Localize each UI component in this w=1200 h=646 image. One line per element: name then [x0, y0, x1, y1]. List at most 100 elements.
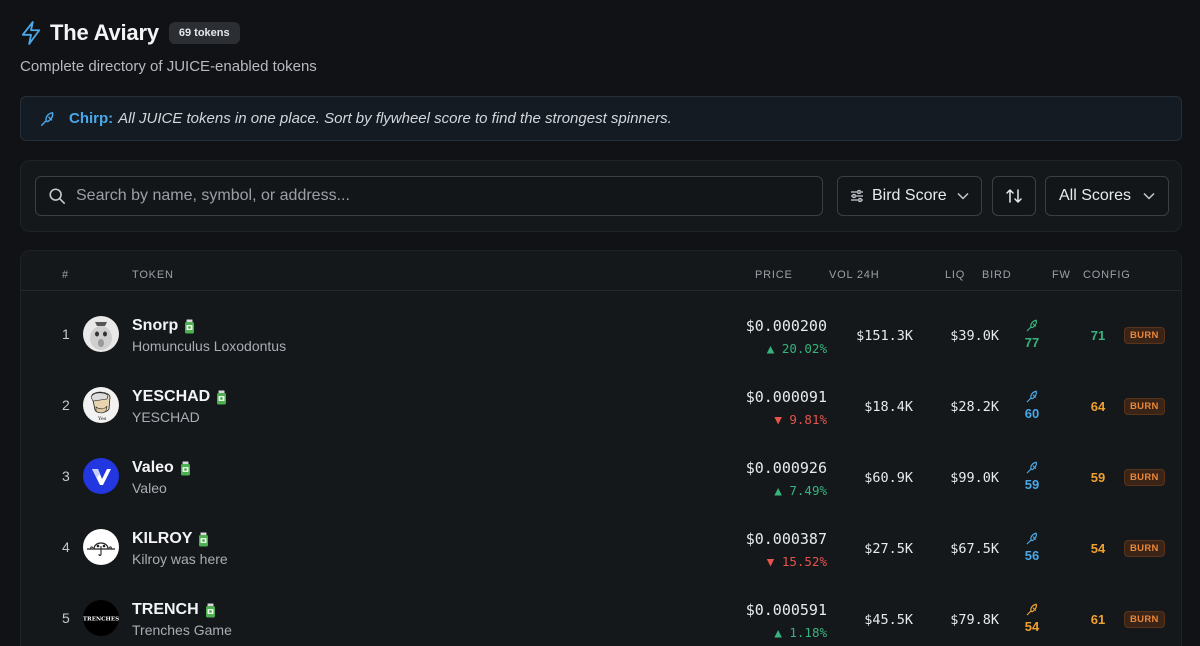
row-rank: 4	[62, 539, 70, 555]
bird-score-icon	[1026, 603, 1037, 616]
price-change: ▲ 7.49%	[774, 483, 827, 498]
liquidity: $79.8K	[950, 612, 999, 628]
table-row[interactable]: 1 Snorp Homunculus Loxodontus $0.000200 ▲ 20…	[21, 298, 1181, 369]
token-symbol[interactable]: TRENCH	[132, 601, 216, 619]
token-symbol-text[interactable]: KILROY	[132, 530, 192, 548]
filter-toolbar: Bird Score All Scores	[20, 160, 1182, 232]
token-symbol[interactable]: YESCHAD	[132, 388, 227, 406]
price-change: ▼ 15.52%	[766, 554, 827, 569]
token-symbol-text[interactable]: Valeo	[132, 459, 174, 477]
config-burn-badge: BURN	[1124, 469, 1165, 486]
bird-score-value: 54	[1024, 619, 1040, 634]
svg-text:Yes: Yes	[97, 416, 107, 422]
token-price: $0.000091	[745, 388, 827, 406]
config-burn-badge: BURN	[1124, 540, 1165, 557]
sort-order-button[interactable]	[992, 176, 1036, 216]
column-fw[interactable]: FW	[1052, 269, 1071, 281]
volume-24h: $151.3K	[856, 328, 913, 344]
page-title: The Aviary	[50, 20, 159, 45]
liquidity: $67.5K	[950, 541, 999, 557]
volume-24h: $18.4K	[864, 399, 913, 415]
config-burn-badge: BURN	[1124, 398, 1165, 415]
token-avatar[interactable]	[83, 529, 119, 565]
column-config[interactable]: CONFIG	[1083, 269, 1131, 281]
token-price: $0.000926	[745, 459, 827, 477]
volume-24h: $60.9K	[864, 470, 913, 486]
table-row[interactable]: 3 Valeo Valeo $0.000926 ▲ 7.49% $60.9K $99.0K 5…	[21, 440, 1181, 511]
flywheel-score: 71	[1090, 328, 1106, 343]
volume-24h: $45.5K	[864, 612, 913, 628]
bird-score: 77	[1017, 318, 1047, 350]
token-symbol-text[interactable]: Snorp	[132, 317, 178, 335]
chevron-down-icon	[957, 192, 969, 200]
token-name: Homunculus Loxodontus	[132, 338, 287, 354]
column-price[interactable]: PRICE	[755, 269, 793, 281]
config-burn-badge: BURN	[1124, 327, 1165, 344]
token-symbol-text[interactable]: YESCHAD	[132, 388, 210, 406]
sort-select-label: Bird Score	[872, 187, 947, 204]
column-token[interactable]: TOKEN	[132, 269, 174, 281]
price-change: ▲ 1.18%	[774, 625, 827, 640]
column-volume[interactable]: VOL 24H	[829, 269, 879, 281]
flywheel-score: 54	[1090, 541, 1106, 556]
token-avatar[interactable]: TRENCHES	[83, 600, 119, 636]
token-symbol[interactable]: Snorp	[132, 317, 195, 335]
table-row[interactable]: 5 TRENCHES TRENCH Trenches Game $0.000591 ▲ 1…	[21, 582, 1181, 646]
score-filter-label: All Scores	[1059, 187, 1132, 204]
bird-score-value: 59	[1024, 477, 1040, 492]
bird-score-icon	[1026, 532, 1037, 545]
bird-score-icon	[1026, 390, 1037, 403]
flywheel-score: 64	[1090, 399, 1106, 414]
chevron-down-icon	[1143, 192, 1155, 200]
juice-jar-icon	[217, 390, 227, 404]
volume-24h: $27.5K	[864, 541, 913, 557]
avatar-text: TRENCHES	[83, 617, 119, 623]
liquidity: $28.2K	[950, 399, 999, 415]
token-symbol[interactable]: Valeo	[132, 459, 191, 477]
bird-icon	[40, 111, 54, 126]
page-subtitle: Complete directory of JUICE-enabled toke…	[20, 58, 317, 75]
tokens-table: # TOKEN PRICE VOL 24H LIQ BIRD FW CONFIG…	[20, 250, 1182, 646]
chirp-banner: Chirp: All JUICE tokens in one place. So…	[20, 96, 1182, 141]
score-filter-select[interactable]: All Scores	[1045, 176, 1169, 216]
search-icon	[49, 188, 66, 205]
token-price: $0.000591	[745, 601, 827, 619]
sort-select[interactable]: Bird Score	[837, 176, 982, 216]
table-row[interactable]: 4 KILROY Kilroy was here $0.000387 ▼ 15.52% $…	[21, 511, 1181, 582]
liquidity: $99.0K	[950, 470, 999, 486]
token-name: YESCHAD	[132, 409, 200, 425]
flywheel-score: 59	[1090, 470, 1106, 485]
column-liquidity[interactable]: LIQ	[945, 269, 965, 281]
token-name: Valeo	[132, 480, 167, 496]
juice-jar-icon	[205, 603, 215, 617]
token-avatar[interactable]	[83, 316, 119, 352]
token-symbol-text[interactable]: TRENCH	[132, 601, 199, 619]
sort-arrows-icon	[1006, 189, 1022, 203]
chirp-label: Chirp:	[69, 110, 114, 127]
row-rank: 2	[62, 397, 70, 413]
row-rank: 5	[62, 610, 70, 626]
bird-score: 56	[1017, 531, 1047, 563]
bird-score-value: 60	[1024, 406, 1040, 421]
search-box[interactable]	[35, 176, 823, 216]
bird-score: 60	[1017, 389, 1047, 421]
table-row[interactable]: 2 Yes YESCHAD YESCHAD $0.000091 ▼ 9.81% $18.4K…	[21, 369, 1181, 440]
liquidity: $39.0K	[950, 328, 999, 344]
token-price: $0.000387	[745, 530, 827, 548]
column-bird[interactable]: BIRD	[982, 269, 1011, 281]
config-burn-badge: BURN	[1124, 611, 1165, 628]
flywheel-score: 61	[1090, 612, 1106, 627]
lightning-bolt-icon	[21, 21, 41, 45]
juice-jar-icon	[199, 532, 209, 546]
token-symbol[interactable]: KILROY	[132, 530, 209, 548]
table-header: # TOKEN PRICE VOL 24H LIQ BIRD FW CONFIG	[21, 251, 1181, 291]
bird-score-icon	[1026, 461, 1037, 474]
price-change: ▼ 9.81%	[774, 412, 827, 427]
token-avatar[interactable]	[83, 458, 119, 494]
column-rank[interactable]: #	[62, 269, 69, 281]
bird-score-icon	[1026, 319, 1037, 332]
token-avatar[interactable]: Yes	[83, 387, 119, 423]
token-name: Kilroy was here	[132, 551, 228, 567]
bird-score: 54	[1017, 602, 1047, 634]
search-input[interactable]	[76, 187, 822, 205]
